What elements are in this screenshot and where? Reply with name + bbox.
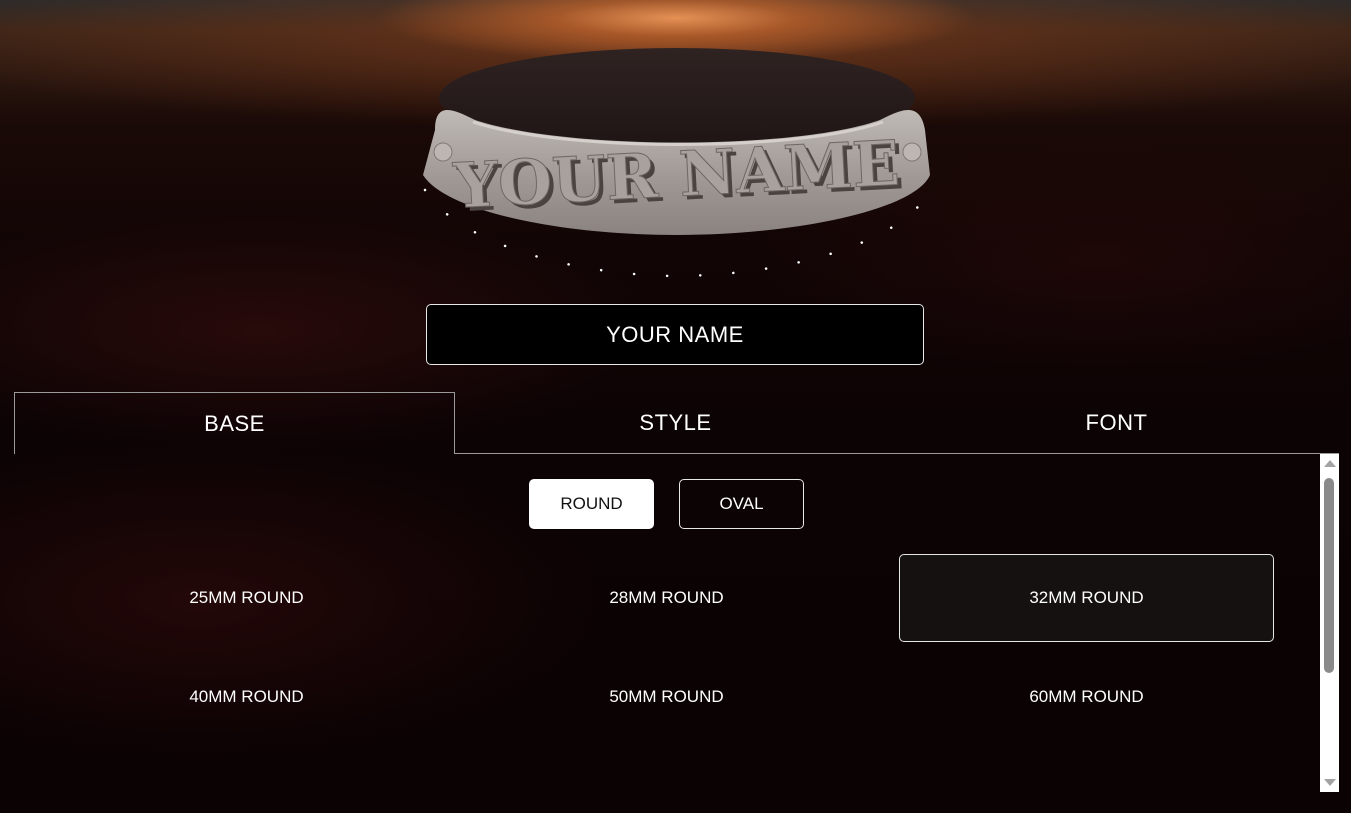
name-text-input[interactable] [426,304,924,365]
size-option-label: 32MM ROUND [1029,588,1144,607]
shape-round-label: ROUND [560,494,623,513]
tab-font[interactable]: FONT [896,392,1337,453]
shape-oval-button[interactable]: OVAL [679,479,804,529]
tab-font-label: FONT [1085,409,1148,435]
plate-rivet-right [902,142,922,162]
size-option-60mm[interactable]: 60MM ROUND [899,653,1274,741]
size-option-label: 25MM ROUND [189,588,304,607]
shape-oval-label: OVAL [719,494,764,513]
tab-style-label: STYLE [639,409,712,435]
tab-base-label: BASE [204,410,265,436]
panel-scrollbar[interactable] [1320,454,1339,792]
scroll-down-arrow-icon[interactable] [1324,779,1336,786]
app-stage: YOUR NAME YOUR NAME BASE STYLE FONT ROUN… [0,0,1351,813]
shape-round-button[interactable]: ROUND [529,479,654,529]
base-3d-preview[interactable]: YOUR NAME YOUR NAME [415,40,940,285]
size-option-50mm[interactable]: 50MM ROUND [479,653,854,741]
size-option-label: 50MM ROUND [609,687,724,706]
tab-base[interactable]: BASE [14,392,455,454]
size-option-32mm[interactable]: 32MM ROUND [899,554,1274,642]
editor-tabs: BASE STYLE FONT [14,392,1339,454]
size-option-25mm[interactable]: 25MM ROUND [59,554,434,642]
base-options-panel: ROUND OVAL 25MM ROUND 28MM ROUND 32MM RO… [14,454,1339,792]
scroll-up-arrow-icon[interactable] [1324,460,1336,467]
size-option-label: 60MM ROUND [1029,687,1144,706]
size-option-label: 28MM ROUND [609,588,724,607]
size-option-40mm[interactable]: 40MM ROUND [59,653,434,741]
scrollbar-thumb[interactable] [1324,478,1334,673]
size-option-label: 40MM ROUND [189,687,304,706]
size-option-28mm[interactable]: 28MM ROUND [479,554,854,642]
tab-style[interactable]: STYLE [455,392,896,453]
plate-rivet-left [433,142,453,162]
